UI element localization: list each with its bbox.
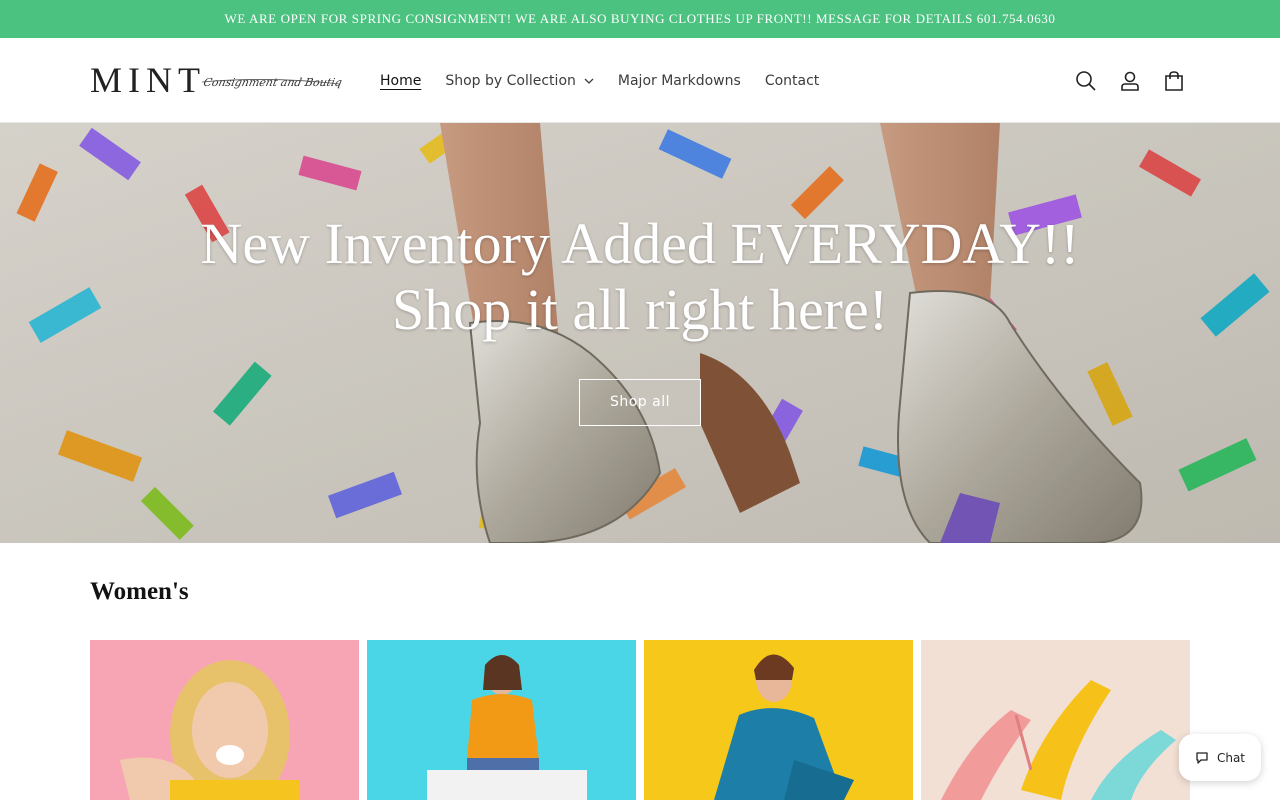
hero-content: New Inventory Added EVERYDAY!! Shop it a… [0, 211, 1280, 426]
card-woman-yellow[interactable] [90, 640, 359, 800]
nav-shop-by-collection-label: Shop by Collection [445, 72, 576, 89]
card-woman-orange[interactable] [367, 640, 636, 800]
account-button[interactable] [1110, 61, 1150, 101]
account-icon [1121, 71, 1139, 91]
hero-banner: New Inventory Added EVERYDAY!! Shop it a… [0, 123, 1280, 543]
header-icons [1066, 38, 1194, 123]
collection-grid [90, 640, 1190, 800]
nav-major-markdowns[interactable]: Major Markdowns [606, 73, 753, 89]
site-header: MINT Consignment and Boutique Home Shop … [0, 38, 1280, 123]
main-nav: Home Shop by Collection Major Markdowns … [368, 38, 831, 123]
announcement-text: WE ARE OPEN FOR SPRING CONSIGNMENT! WE A… [224, 11, 1056, 26]
chevron-down-icon [584, 78, 594, 84]
nav-home-label: Home [380, 72, 422, 89]
nav-major-markdowns-label: Major Markdowns [617, 72, 741, 89]
hero-title-line1: New Inventory Added EVERYDAY!! [200, 211, 1080, 276]
chat-bubble-icon [1196, 751, 1208, 764]
search-icon [1076, 70, 1096, 91]
chat-button[interactable]: Chat [1179, 734, 1261, 781]
card-woman-blue[interactable] [644, 640, 913, 800]
announcement-bar: WE ARE OPEN FOR SPRING CONSIGNMENT! WE A… [0, 0, 1280, 38]
shop-all-button[interactable]: Shop all [578, 379, 702, 426]
hero-title-line2: Shop it all right here! [391, 277, 889, 342]
collection-title: Women's [90, 578, 189, 605]
nav-contact-label: Contact [764, 72, 820, 89]
cart-icon [1165, 70, 1183, 91]
chat-label: Chat [1216, 750, 1246, 765]
store-logo[interactable]: MINT Consignment and Boutique [90, 62, 342, 100]
nav-shop-by-collection[interactable]: Shop by Collection [433, 73, 606, 89]
hero-title: New Inventory Added EVERYDAY!! Shop it a… [0, 211, 1280, 343]
nav-home[interactable]: Home [368, 73, 433, 89]
logo-script: Consignment and Boutique [202, 76, 342, 89]
nav-contact[interactable]: Contact [753, 73, 831, 89]
card-heels[interactable] [921, 640, 1190, 800]
cart-button[interactable] [1154, 61, 1194, 101]
search-button[interactable] [1066, 61, 1106, 101]
logo-main: MINT [90, 62, 206, 100]
